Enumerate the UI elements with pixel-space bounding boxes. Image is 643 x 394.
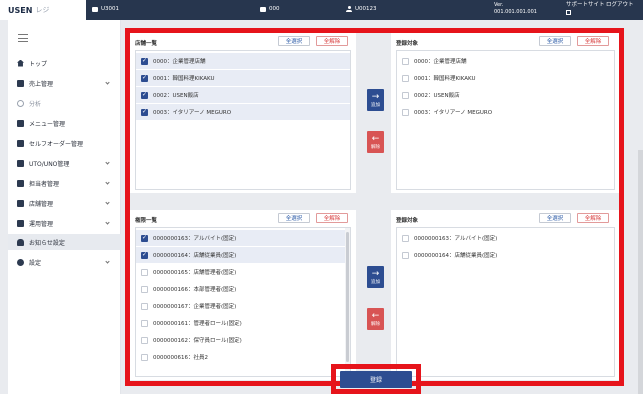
menu-icon [17, 119, 24, 127]
sidebar-item-label: お知らせ設定 [29, 239, 65, 247]
version-info: Ver. 001.001.001.001 [494, 2, 537, 16]
sidebar-item-operation[interactable]: 運用管理 [8, 215, 121, 231]
chart-icon [17, 79, 24, 87]
page-scrollbar[interactable] [638, 150, 643, 394]
terminal-icon [260, 6, 266, 12]
sidebar-item-label: 売上管理 [29, 80, 54, 88]
save-button[interactable]: 登録 [340, 371, 412, 388]
support-site-label: サポートサイト [566, 2, 605, 8]
chevron-down-icon [105, 180, 110, 185]
sidebar-item-label: トップ [29, 60, 48, 68]
highlight-frame [125, 28, 624, 386]
store-code: U3001 [101, 6, 120, 12]
version-label: Ver. [494, 2, 504, 8]
operation-icon [17, 219, 24, 227]
app-logo: USEN レジ [0, 0, 86, 20]
external-link-icon [566, 10, 571, 15]
staff-icon [17, 179, 24, 187]
top-bar: USEN レジ U3001 000 U00123 Ver. 001.001.00… [0, 0, 643, 20]
user-code: U00123 [355, 6, 377, 12]
chevron-down-icon [105, 259, 110, 264]
chevron-down-icon [105, 160, 110, 165]
analysis-icon [17, 99, 24, 107]
store-indicator: U3001 [92, 6, 119, 12]
sidebar-item-staff[interactable]: 担当者管理 [8, 175, 121, 191]
uto-icon [17, 159, 24, 167]
sidebar-item-label: 担当者管理 [29, 180, 60, 188]
sidebar-item-label: 分析 [29, 100, 42, 108]
sidebar-item-uto-uno[interactable]: UTO/UNO管理 [8, 155, 121, 171]
sidebar-item-label: 設定 [29, 259, 42, 267]
sidebar-item-analysis[interactable]: 分析 [8, 95, 121, 111]
sidebar: トップ 売上管理 分析 メニュー管理 セルフオーダー管理 UTO/UNO管理 担… [8, 20, 121, 394]
sidebar-item-label: 運用管理 [29, 220, 54, 228]
self-order-icon [17, 139, 24, 147]
gear-icon [17, 258, 24, 266]
sidebar-item-sales[interactable]: 売上管理 [8, 75, 121, 91]
support-site-link[interactable]: サポートサイト [566, 2, 605, 15]
bell-icon [17, 238, 24, 246]
sidebar-item-settings[interactable]: 設定 [8, 254, 121, 270]
chevron-down-icon [105, 200, 110, 205]
terminal-code: 000 [269, 6, 280, 12]
sidebar-item-menu[interactable]: メニュー管理 [8, 115, 121, 131]
home-icon [17, 59, 24, 67]
user-indicator: U00123 [346, 6, 377, 12]
sidebar-item-label: メニュー管理 [29, 120, 66, 128]
chevron-down-icon [105, 220, 110, 225]
user-icon [346, 6, 352, 12]
sidebar-item-notification[interactable]: お知らせ設定 [8, 234, 121, 250]
sidebar-item-self-order[interactable]: セルフオーダー管理 [8, 135, 121, 151]
version-number: 001.001.001.001 [494, 9, 537, 15]
store-icon [17, 199, 24, 207]
sidebar-item-label: 店舗管理 [29, 200, 54, 208]
logo-text: USEN [8, 5, 33, 15]
chevron-down-icon [105, 80, 110, 85]
sidebar-item-top[interactable]: トップ [8, 55, 121, 71]
logo-subtext: レジ [35, 6, 50, 14]
logout-button[interactable]: ログアウト [606, 2, 642, 9]
sidebar-item-store[interactable]: 店舗管理 [8, 195, 121, 211]
main-content: 店舗一覧 全選択 全解除 ✓ 0000：企業管理店舗 ✓ 0001：韓国料理KIKA… [121, 20, 643, 394]
sidebar-item-label: セルフオーダー管理 [29, 140, 84, 148]
hamburger-menu-icon[interactable] [18, 34, 28, 42]
store-icon [92, 6, 98, 12]
terminal-indicator: 000 [260, 6, 280, 12]
sidebar-item-label: UTO/UNO管理 [29, 160, 70, 168]
